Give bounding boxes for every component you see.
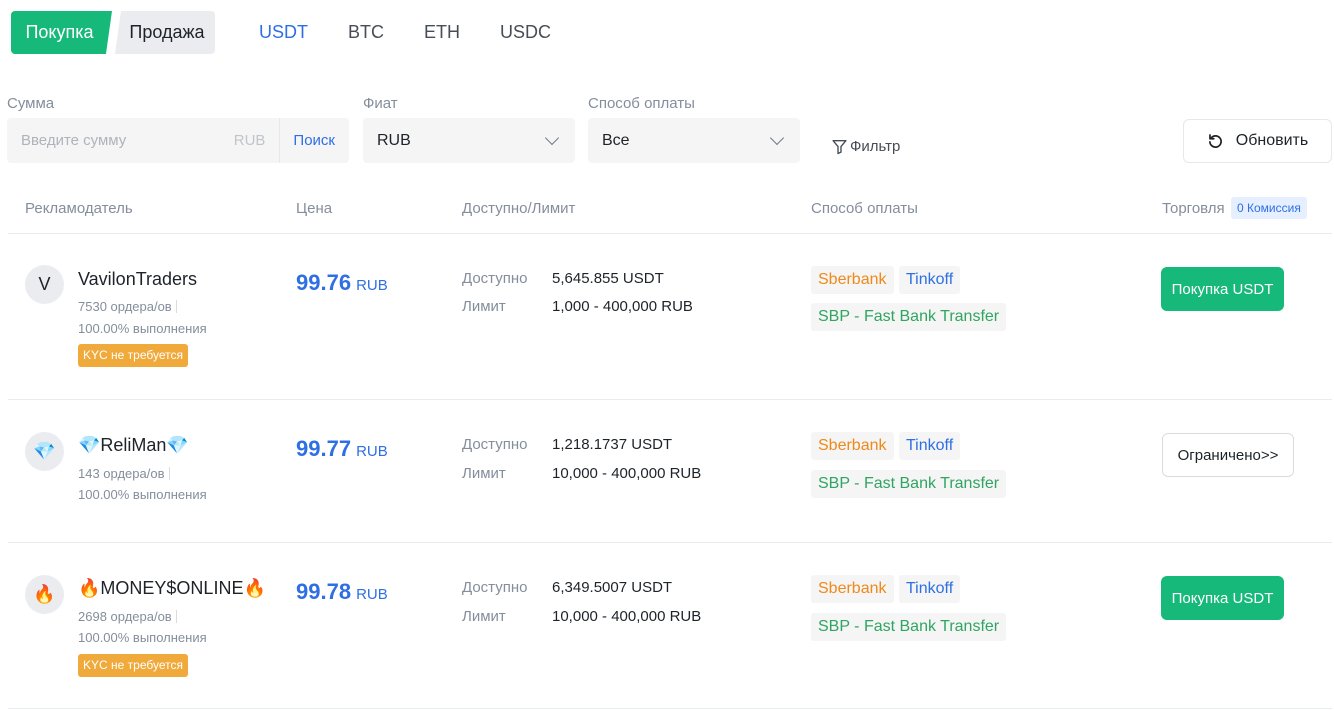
payment-select[interactable]: Все xyxy=(588,118,800,163)
tab-sell[interactable]: Продажа xyxy=(115,11,215,54)
amount-divider xyxy=(279,118,281,163)
price-value: 99.78 xyxy=(296,579,352,604)
payment-tag-tinkoff: Tinkoff xyxy=(899,575,961,603)
price-currency: RUB xyxy=(356,586,388,603)
completion-rate: 100.00% выполнения xyxy=(78,487,207,502)
payment-tag-sbp: SBP - Fast Bank Transfer xyxy=(811,470,1007,498)
amount-input[interactable]: Введите сумму RUB Поиск xyxy=(7,118,349,163)
refresh-button[interactable]: Обновить xyxy=(1183,119,1332,163)
price: 99.78 RUB xyxy=(296,579,388,605)
avatar[interactable]: 💎 xyxy=(25,432,64,471)
advertiser-name[interactable]: VavilonTraders xyxy=(78,269,197,290)
available-label: Доступно xyxy=(462,579,528,596)
chevron-down-icon xyxy=(544,130,560,145)
completion-rate: 100.00% выполнения xyxy=(78,630,207,645)
divider xyxy=(8,542,1332,543)
fiat-select[interactable]: RUB xyxy=(363,118,575,163)
refresh-icon xyxy=(1208,133,1222,148)
order-count-text: 143 ордера/ов xyxy=(78,466,165,481)
amount-label: Сумма xyxy=(7,95,55,112)
header-available-limit: Доступно/Лимит xyxy=(462,200,576,217)
order-count: 2698 ордера/ов xyxy=(78,609,177,624)
payment-tag-tinkoff: Tinkoff xyxy=(899,266,961,294)
buy-usdt-button[interactable]: Покупка USDT xyxy=(1161,267,1284,311)
coin-tab-usdt[interactable]: USDT xyxy=(259,21,308,43)
available-label: Доступно xyxy=(462,270,528,287)
divider xyxy=(8,233,1332,234)
filter-button[interactable]: Фильтр xyxy=(831,138,900,155)
header-advertiser: Рекламодатель xyxy=(25,200,133,217)
price: 99.76 RUB xyxy=(296,270,388,296)
available-label: Доступно xyxy=(462,436,528,453)
price-currency: RUB xyxy=(356,443,388,460)
limit-label: Лимит xyxy=(462,298,506,315)
side-tabs: Покупка Продажа xyxy=(11,11,215,54)
available-value: 1,218.1737 USDT xyxy=(552,436,673,453)
filter-icon xyxy=(832,139,847,155)
available-value: 5,645.855 USDT xyxy=(552,270,664,287)
coin-tab-btc[interactable]: BTC xyxy=(348,21,384,43)
header-trade: Торговля xyxy=(1162,200,1225,217)
fiat-label: Фиат xyxy=(363,95,398,112)
payment-tag-sbp: SBP - Fast Bank Transfer xyxy=(811,303,1007,331)
completion-rate: 100.00% выполнения xyxy=(78,321,207,336)
payment-value: Все xyxy=(602,131,630,149)
order-count: 7530 ордера/ов xyxy=(78,299,177,314)
advertiser-name[interactable]: 💎ReliMan💎 xyxy=(78,435,189,456)
payment-tag-sberbank: Sberbank xyxy=(811,575,894,603)
amount-unit: RUB xyxy=(233,132,266,149)
payment-tag-sberbank: Sberbank xyxy=(811,432,894,460)
limit-value: 10,000 - 400,000 RUB xyxy=(552,465,702,482)
order-count: 143 ордера/ов xyxy=(78,466,170,481)
available-value: 6,349.5007 USDT xyxy=(552,579,673,596)
price: 99.77 RUB xyxy=(296,436,388,462)
commission-badge: 0 Комиссия xyxy=(1231,197,1307,219)
search-button[interactable]: Поиск xyxy=(293,132,335,149)
coin-tab-eth[interactable]: ETH xyxy=(424,21,460,43)
order-count-text: 2698 ордера/ов xyxy=(78,609,172,624)
buy-usdt-button[interactable]: Покупка USDT xyxy=(1161,576,1284,620)
header-price: Цена xyxy=(296,200,333,217)
separator xyxy=(175,610,177,623)
limit-value: 1,000 - 400,000 RUB xyxy=(552,298,693,315)
limit-label: Лимит xyxy=(462,608,506,625)
filter-label: Фильтр xyxy=(850,138,901,155)
payment-tag-sberbank: Sberbank xyxy=(811,266,894,294)
header-payment: Способ оплаты xyxy=(811,200,918,217)
price-value: 99.77 xyxy=(296,436,352,461)
kyc-badge: KYC не требуется xyxy=(78,654,188,677)
coin-tab-usdc[interactable]: USDC xyxy=(500,21,551,43)
chevron-down-icon xyxy=(769,130,785,145)
separator xyxy=(168,467,170,480)
coin-tabs: USDT BTC ETH USDC xyxy=(259,21,591,43)
order-count-text: 7530 ордера/ов xyxy=(78,299,172,314)
payment-tag-tinkoff: Tinkoff xyxy=(899,432,961,460)
amount-placeholder: Введите сумму xyxy=(21,132,127,149)
divider xyxy=(8,399,1332,400)
refresh-label: Обновить xyxy=(1235,132,1309,149)
fiat-value: RUB xyxy=(377,131,411,149)
payment-tag-sbp: SBP - Fast Bank Transfer xyxy=(811,613,1007,641)
avatar[interactable]: V xyxy=(25,265,64,304)
kyc-badge: KYC не требуется xyxy=(78,344,188,367)
avatar[interactable]: 🔥 xyxy=(25,575,64,614)
price-value: 99.76 xyxy=(296,270,352,295)
divider xyxy=(8,708,1332,709)
separator xyxy=(175,300,177,313)
payment-label: Способ оплаты xyxy=(588,95,695,112)
limited-button[interactable]: Ограничено>> xyxy=(1162,433,1294,477)
tab-buy[interactable]: Покупка xyxy=(11,11,112,54)
limit-value: 10,000 - 400,000 RUB xyxy=(552,608,702,625)
price-currency: RUB xyxy=(356,277,388,294)
advertiser-name[interactable]: 🔥MONEY$ONLINE🔥 xyxy=(78,578,266,599)
limit-label: Лимит xyxy=(462,465,506,482)
